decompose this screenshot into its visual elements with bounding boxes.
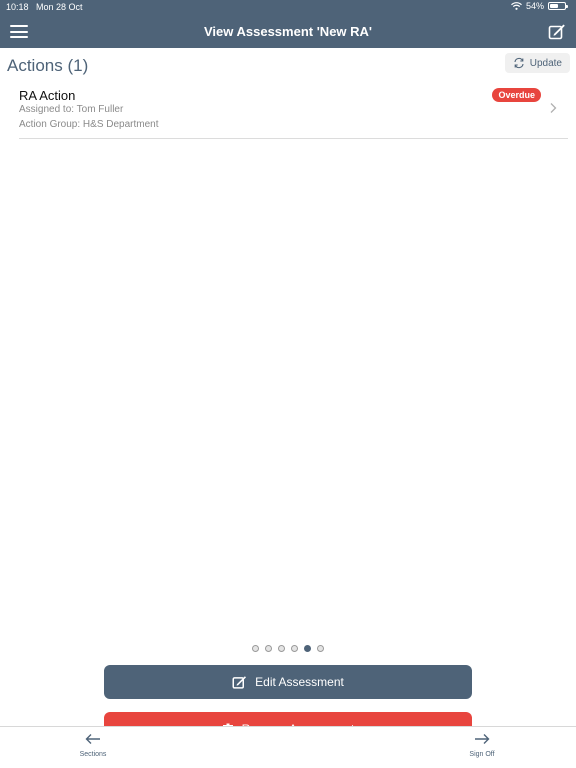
action-group: Action Group: H&S Department: [19, 119, 159, 130]
status-badge: Overdue: [492, 88, 541, 102]
page-dot[interactable]: [317, 645, 324, 652]
wifi-icon: [511, 2, 522, 10]
page-dot[interactable]: [252, 645, 259, 652]
edit-icon: [232, 675, 247, 689]
sign-off-button[interactable]: Sign Off: [452, 733, 512, 758]
status-right: 54%: [511, 1, 568, 11]
page-indicator[interactable]: [0, 645, 576, 652]
status-date: Mon 28 Oct: [36, 2, 83, 12]
bottom-toolbar: Sections Sign Off: [0, 726, 576, 768]
page-title: View Assessment 'New RA': [203, 24, 373, 39]
arrow-right-icon: [475, 734, 490, 744]
page-dot[interactable]: [304, 645, 311, 652]
edit-button[interactable]: [548, 23, 566, 41]
status-bar: 10:18 Mon 28 Oct 54%: [0, 0, 576, 14]
page-dot[interactable]: [265, 645, 272, 652]
top-bar: 10:18 Mon 28 Oct 54% View Assessment 'Ne…: [0, 0, 576, 48]
sign-off-label: Sign Off: [469, 751, 495, 758]
sections-button[interactable]: Sections: [63, 733, 123, 758]
battery-icon: [548, 2, 568, 10]
page-dot[interactable]: [278, 645, 285, 652]
battery-percent: 54%: [525, 1, 544, 11]
action-assigned-to: Assigned to: Tom Fuller: [19, 104, 124, 115]
edit-icon: [548, 24, 565, 40]
actions-heading: Actions (1): [7, 56, 89, 75]
edit-assessment-label: Edit Assessment: [255, 675, 344, 689]
chevron-right-icon: [550, 103, 557, 113]
sections-label: Sections: [79, 751, 107, 758]
update-label: Update: [529, 57, 562, 69]
action-title: RA Action: [19, 88, 76, 103]
page-dot[interactable]: [291, 645, 298, 652]
status-time: 10:18: [6, 2, 29, 12]
update-button[interactable]: Update: [504, 53, 570, 73]
refresh-icon: [514, 57, 524, 69]
edit-assessment-button[interactable]: Edit Assessment: [104, 665, 472, 699]
list-item[interactable]: RA Action Assigned to: Tom Fuller Action…: [19, 86, 568, 139]
arrow-left-icon: [85, 734, 100, 744]
